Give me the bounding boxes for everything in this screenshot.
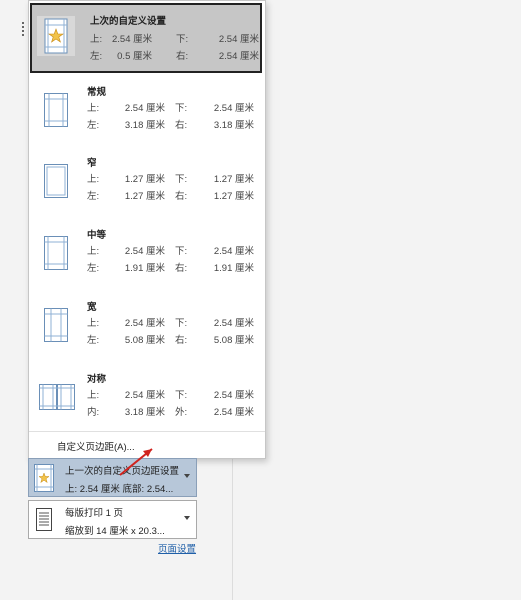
top-label: 上: [87, 103, 100, 114]
document-page-icon [32, 506, 56, 539]
margin-preset-normal[interactable]: 常规 上: 2.54 厘米 下: 2.54 厘米 左: 3.18 厘米 右: 3… [29, 80, 265, 148]
top-value: 2.54 厘米 [124, 318, 165, 329]
top-value: 2.54 厘米 [112, 34, 153, 45]
chevron-down-icon [184, 474, 190, 478]
inside-value: 3.18 厘米 [124, 407, 165, 418]
preset-title: 对称 [87, 374, 107, 385]
pages-per-sheet-title: 每版打印 1 页 [65, 508, 124, 519]
bottom-label: 下: [176, 34, 189, 45]
star-page-icon [37, 16, 75, 56]
preset-title: 窄 [87, 158, 97, 169]
bottom-label: 下: [175, 174, 188, 185]
right-label: 右: [175, 120, 188, 131]
margin-preset-moderate[interactable]: 中等 上: 2.54 厘米 下: 2.54 厘米 左: 1.91 厘米 右: 1… [29, 223, 265, 291]
star-page-icon [32, 464, 56, 497]
right-value: 5.08 厘米 [213, 335, 254, 346]
margin-preset-last-custom[interactable]: 上次的自定义设置 上: 2.54 厘米 下: 2.54 厘米 左: 0.5 厘米… [30, 3, 262, 73]
margin-preset-narrow[interactable]: 窄 上: 1.27 厘米 下: 1.27 厘米 左: 1.27 厘米 右: 1.… [29, 151, 265, 219]
bottom-label: 下: [175, 318, 188, 329]
preset-title: 中等 [87, 230, 107, 241]
bottom-value: 2.54 厘米 [213, 246, 254, 257]
preset-title: 常规 [87, 87, 107, 98]
bottom-value: 2.54 厘米 [213, 318, 254, 329]
top-value: 1.27 厘米 [124, 174, 165, 185]
margin-preset-mirrored[interactable]: 对称 上: 2.54 厘米 下: 2.54 厘米 内: 3.18 厘米 外: 2… [29, 367, 265, 435]
left-label: 左: [87, 263, 100, 274]
bottom-value: 2.54 厘米 [213, 103, 254, 114]
top-value: 2.54 厘米 [124, 390, 165, 401]
left-value: 0.5 厘米 [117, 51, 152, 62]
chevron-down-icon [184, 516, 190, 520]
bottom-value: 2.54 厘米 [218, 34, 259, 45]
left-gutter [0, 0, 28, 600]
bottom-label: 下: [175, 103, 188, 114]
outside-label: 外: [175, 407, 188, 418]
bottom-label: 下: [175, 390, 188, 401]
annotation-arrow-icon [110, 445, 156, 486]
left-label: 左: [87, 120, 100, 131]
drag-handle-icon [22, 22, 27, 36]
bottom-value: 2.54 厘米 [213, 390, 254, 401]
bottom-label: 下: [175, 246, 188, 257]
preset-title: 宽 [87, 302, 97, 313]
right-value: 1.91 厘米 [213, 263, 254, 274]
top-label: 上: [87, 318, 100, 329]
left-value: 1.91 厘米 [124, 263, 165, 274]
bottom-value: 1.27 厘米 [213, 174, 254, 185]
page-margins-icon [44, 236, 68, 270]
page-margins-icon [44, 93, 68, 127]
page-margins-icon [44, 308, 68, 342]
margins-dropdown-menu: 上次的自定义设置 上: 2.54 厘米 下: 2.54 厘米 左: 0.5 厘米… [28, 0, 266, 459]
margin-preset-wide[interactable]: 宽 上: 2.54 厘米 下: 2.54 厘米 左: 5.08 厘米 右: 5.… [29, 295, 265, 363]
right-label: 右: [175, 335, 188, 346]
pages-per-sheet-scale: 缩放到 14 厘米 x 20.3... [65, 526, 165, 537]
top-value: 2.54 厘米 [124, 246, 165, 257]
top-label: 上: [87, 390, 100, 401]
pages-per-sheet-dropdown[interactable]: 每版打印 1 页 缩放到 14 厘米 x 20.3... [28, 500, 197, 539]
top-value: 2.54 厘米 [124, 103, 165, 114]
right-value: 1.27 厘米 [213, 191, 254, 202]
left-value: 5.08 厘米 [124, 335, 165, 346]
right-label: 右: [175, 263, 188, 274]
page-setup-link[interactable]: 页面设置 [158, 541, 196, 555]
mirrored-pages-icon [39, 384, 75, 410]
left-value: 1.27 厘米 [124, 191, 165, 202]
left-value: 3.18 厘米 [124, 120, 165, 131]
menu-separator [29, 431, 265, 432]
right-value: 3.18 厘米 [213, 120, 254, 131]
top-label: 上: [87, 174, 100, 185]
left-label: 左: [87, 191, 100, 202]
top-label: 上: [90, 34, 103, 45]
inside-label: 内: [87, 407, 100, 418]
right-label: 右: [176, 51, 189, 62]
page-margins-icon [44, 164, 68, 198]
preset-title: 上次的自定义设置 [90, 16, 167, 27]
left-label: 左: [87, 335, 100, 346]
right-value: 2.54 厘米 [218, 51, 259, 62]
left-label: 左: [90, 51, 103, 62]
right-label: 右: [175, 191, 188, 202]
outside-value: 2.54 厘米 [213, 407, 254, 418]
top-label: 上: [87, 246, 100, 257]
